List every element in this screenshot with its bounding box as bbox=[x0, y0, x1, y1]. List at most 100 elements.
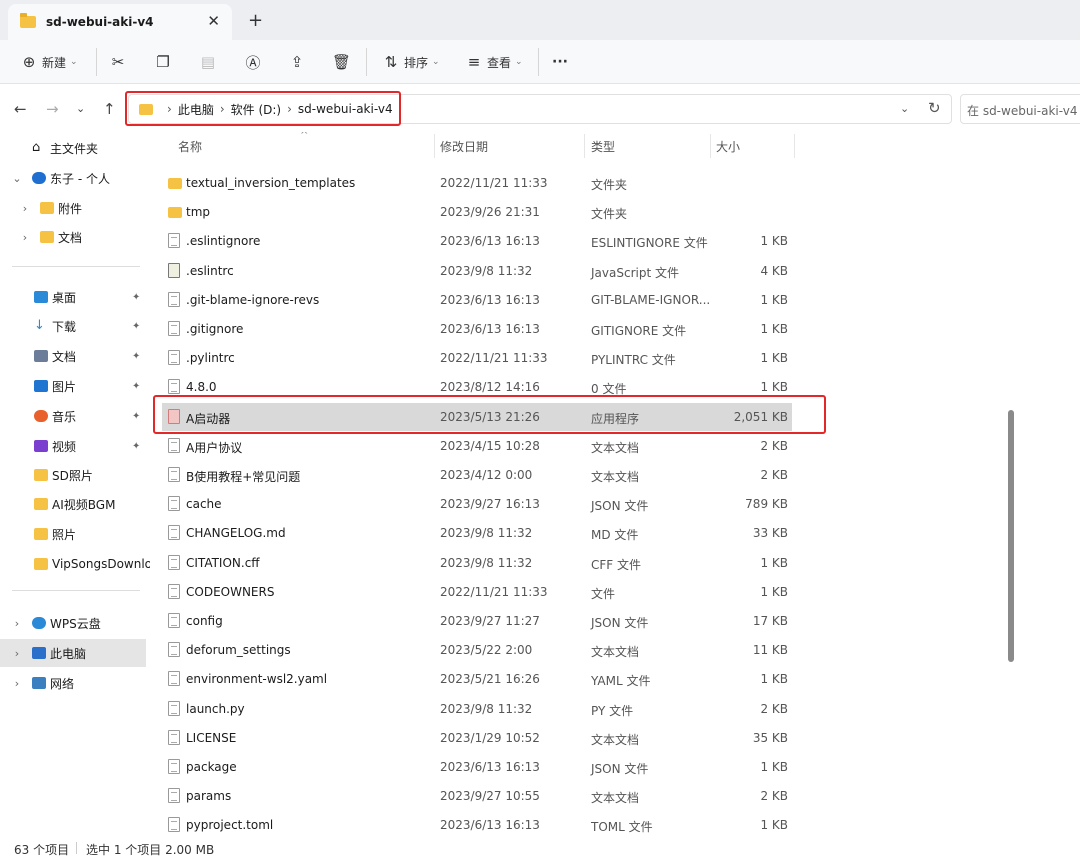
expand-chevron-icon[interactable]: › bbox=[10, 647, 24, 660]
column-divider[interactable] bbox=[434, 134, 435, 158]
expand-chevron-icon[interactable]: › bbox=[10, 617, 24, 630]
file-row[interactable]: .eslintrc 2023/9/8 11:32 JavaScript 文件 4 KB bbox=[162, 257, 792, 285]
sidebar-divider bbox=[12, 590, 140, 591]
up-arrow-icon[interactable]: ↑ bbox=[103, 100, 116, 118]
file-row[interactable]: deforum_settings 2023/5/22 2:00 文本文档 11 KB bbox=[162, 636, 792, 664]
file-row[interactable]: LICENSE 2023/1/29 10:52 文本文档 35 KB bbox=[162, 724, 792, 752]
copy-button[interactable]: ❐ bbox=[154, 50, 172, 74]
sidebar-item-label: 附件 bbox=[58, 201, 83, 216]
delete-button[interactable]: 🗑 bbox=[332, 50, 351, 74]
file-row[interactable]: .pylintrc 2022/11/21 11:33 PYLINTRC 文件 1 KB bbox=[162, 344, 792, 372]
sidebar-item-vipsongs[interactable]: VipSongsDownload bbox=[0, 550, 150, 578]
recent-chevron-icon[interactable]: ⌄ bbox=[76, 102, 85, 115]
column-divider[interactable] bbox=[584, 134, 585, 158]
paste-button[interactable]: ▤ bbox=[199, 50, 217, 74]
search-input[interactable]: 在 sd-webui-aki-v4 中 bbox=[960, 94, 1080, 124]
file-row[interactable]: CITATION.cff 2023/9/8 11:32 CFF 文件 1 KB bbox=[162, 549, 792, 577]
pin-icon[interactable]: ✦ bbox=[132, 411, 140, 422]
file-row[interactable]: textual_inversion_templates 2022/11/21 11… bbox=[162, 169, 792, 197]
file-date: 2022/11/21 11:33 bbox=[440, 176, 548, 190]
column-header-size[interactable]: 大小 bbox=[716, 138, 740, 162]
sidebar-item-wps-cloud[interactable]: › WPS云盘 bbox=[0, 609, 150, 637]
sidebar-item-label: 网络 bbox=[50, 676, 75, 691]
expand-chevron-icon[interactable]: › bbox=[18, 202, 32, 215]
tab-sd-webui-aki-v4[interactable]: sd-webui-aki-v4 ✕ bbox=[8, 4, 232, 40]
forward-arrow-icon[interactable]: → bbox=[46, 100, 59, 118]
new-button[interactable]: ⊕ 新建 ⌄ bbox=[20, 50, 78, 74]
file-row[interactable]: .git-blame-ignore-revs 2023/6/13 16:13 GIT… bbox=[162, 286, 792, 314]
sort-button[interactable]: ⇅ 排序 ⌄ bbox=[382, 50, 440, 74]
sidebar-item-network[interactable]: › 网络 bbox=[0, 669, 150, 697]
sidebar-item-label: 此电脑 bbox=[50, 646, 87, 661]
sidebar-item-videos[interactable]: 视频 ✦ bbox=[0, 432, 150, 460]
file-row[interactable]: params 2023/9/27 10:55 文本文档 2 KB bbox=[162, 782, 792, 810]
sidebar-item-music[interactable]: 音乐 ✦ bbox=[0, 402, 150, 430]
file-date: 2023/9/8 11:32 bbox=[440, 701, 533, 716]
sidebar-item-home[interactable]: ⌂ 主文件夹 bbox=[0, 134, 150, 162]
more-options-button[interactable]: ··· bbox=[552, 50, 568, 74]
file-icon bbox=[168, 233, 180, 249]
sidebar-item-onedrive[interactable]: ⌄ 东子 - 个人 bbox=[0, 164, 150, 192]
file-row[interactable]: B使用教程+常见问题 2023/4/12 0:00 文本文档 2 KB bbox=[162, 461, 792, 489]
sidebar-item-this-pc[interactable]: › 此电脑 bbox=[0, 639, 146, 667]
pin-icon[interactable]: ✦ bbox=[132, 351, 140, 362]
sidebar-item-sd-photos[interactable]: SD照片 bbox=[0, 461, 150, 489]
rename-button[interactable]: Ⓐ bbox=[244, 50, 262, 74]
cut-button[interactable]: ✂ bbox=[109, 50, 127, 74]
view-button[interactable]: ≡ 查看 ⌄ bbox=[465, 50, 523, 74]
column-divider[interactable] bbox=[710, 134, 711, 158]
file-row[interactable]: .gitignore 2023/6/13 16:13 GITIGNORE 文件 1 K… bbox=[162, 315, 792, 343]
file-icon bbox=[168, 583, 180, 599]
chevron-down-icon: ⌄ bbox=[70, 57, 78, 67]
share-button[interactable]: ⇪ bbox=[288, 50, 306, 74]
sidebar-item-downloads[interactable]: ↓ 下载 ✦ bbox=[0, 312, 150, 340]
sidebar-item-ai-video-bgm[interactable]: AI视频BGM bbox=[0, 490, 150, 518]
back-arrow-icon[interactable]: ← bbox=[14, 100, 27, 118]
column-header-type[interactable]: 类型 bbox=[591, 138, 615, 162]
highlight-box-launcher bbox=[153, 395, 826, 434]
file-icon bbox=[168, 817, 180, 833]
file-row[interactable]: CODEOWNERS 2022/11/21 11:33 文件 1 KB bbox=[162, 578, 792, 606]
expand-chevron-icon[interactable]: › bbox=[18, 231, 32, 244]
file-icon bbox=[168, 321, 180, 336]
folder-icon bbox=[34, 498, 48, 510]
column-header-name[interactable]: 名称 bbox=[178, 138, 202, 162]
file-row[interactable]: pyproject.toml 2023/6/13 16:13 TOML 文件 1 KB bbox=[162, 811, 792, 837]
close-tab-icon[interactable]: ✕ bbox=[207, 12, 220, 30]
toolbar-divider bbox=[366, 48, 367, 76]
pin-icon[interactable]: ✦ bbox=[132, 292, 140, 303]
column-divider[interactable] bbox=[794, 134, 795, 158]
file-icon bbox=[168, 642, 180, 658]
refresh-icon[interactable]: ↻ bbox=[928, 99, 941, 117]
file-row[interactable]: cache 2023/9/27 16:13 JSON 文件 789 KB bbox=[162, 490, 792, 518]
file-size: 1 KB bbox=[760, 380, 788, 395]
file-size: 2 KB bbox=[760, 789, 788, 804]
sidebar-item-photos[interactable]: 照片 bbox=[0, 520, 150, 548]
sidebar-item-desktop[interactable]: 桌面 ✦ bbox=[0, 283, 150, 311]
paste-icon: ▤ bbox=[200, 53, 216, 71]
file-row[interactable]: A用户协议 2023/4/15 10:28 文本文档 2 KB bbox=[162, 432, 792, 460]
file-row[interactable]: tmp 2023/9/26 21:31 文件夹 bbox=[162, 198, 792, 226]
new-tab-button[interactable]: + bbox=[248, 10, 263, 31]
pin-icon[interactable]: ✦ bbox=[132, 441, 140, 452]
address-history-chevron-icon[interactable]: ⌄ bbox=[900, 102, 909, 115]
file-row[interactable]: launch.py 2023/9/8 11:32 PY 文件 2 KB bbox=[162, 695, 792, 723]
expand-chevron-icon[interactable]: › bbox=[10, 677, 24, 690]
sidebar-item-attachments[interactable]: › 附件 bbox=[0, 194, 150, 222]
file-icon bbox=[168, 291, 180, 307]
file-row[interactable]: .eslintignore 2023/6/13 16:13 ESLINTIGNORE… bbox=[162, 227, 792, 255]
sidebar-item-documents-cloud[interactable]: › 文档 bbox=[0, 223, 150, 251]
music-icon bbox=[34, 410, 48, 422]
file-row[interactable]: CHANGELOG.md 2023/9/8 11:32 MD 文件 33 KB bbox=[162, 519, 792, 547]
file-row[interactable]: package 2023/6/13 16:13 JSON 文件 1 KB bbox=[162, 753, 792, 781]
sidebar-item-pictures[interactable]: 图片 ✦ bbox=[0, 372, 150, 400]
pin-icon[interactable]: ✦ bbox=[132, 381, 140, 392]
file-type: CFF 文件 bbox=[591, 557, 641, 572]
file-row[interactable]: config 2023/9/27 11:27 JSON 文件 17 KB bbox=[162, 607, 792, 635]
expand-chevron-icon[interactable]: ⌄ bbox=[10, 172, 24, 185]
sidebar-item-documents[interactable]: 文档 ✦ bbox=[0, 342, 150, 370]
column-header-date[interactable]: 修改日期 bbox=[440, 138, 488, 162]
scrollbar-thumb[interactable] bbox=[1008, 410, 1014, 662]
pin-icon[interactable]: ✦ bbox=[132, 321, 140, 332]
file-row[interactable]: environment-wsl2.yaml 2023/5/21 16:26 YAML… bbox=[162, 665, 792, 693]
